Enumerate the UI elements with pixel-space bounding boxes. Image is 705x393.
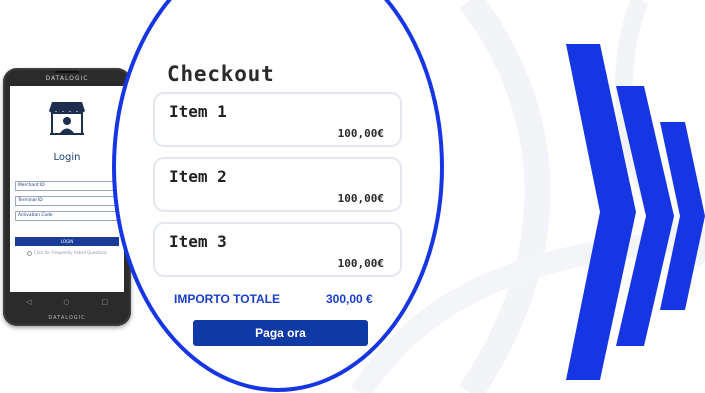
device-screen: Login Merchant ID Terminal ID Activation… (10, 86, 124, 292)
item-name: Item 3 (169, 232, 227, 251)
total-label: IMPORTO TOTALE (174, 292, 281, 306)
phone-speaker (55, 71, 79, 73)
pay-now-button[interactable]: Paga ora (193, 320, 368, 346)
checkout-title: Checkout (167, 62, 275, 86)
device-nav-bar: ◁ ○ □ (10, 296, 124, 308)
item-price: 100,00€ (337, 192, 384, 205)
merchant-id-field[interactable]: Merchant ID (15, 181, 119, 191)
item-card: Item 2 100,00€ (153, 157, 402, 212)
item-name: Item 1 (169, 102, 227, 121)
shop-user-icon (49, 102, 85, 135)
item-price: 100,00€ (337, 257, 384, 270)
device-brand-bottom: DATALOGIC (48, 315, 86, 321)
faq-link[interactable]: Click for Frequently Asked Questions (10, 250, 124, 256)
handheld-device: DATALOGIC Login Merchant ID Terminal ID … (3, 68, 131, 326)
login-title: Login (53, 152, 81, 163)
item-name: Item 2 (169, 167, 227, 186)
faq-link-text: Click for Frequently Asked Questions (33, 250, 108, 255)
faq-circle-icon (26, 250, 32, 256)
item-price: 100,00€ (337, 127, 384, 140)
device-brand-top: DATALOGIC (45, 75, 89, 82)
triple-chevron-right-icon (566, 44, 705, 380)
item-card: Item 3 100,00€ (153, 222, 402, 277)
item-card: Item 1 100,00€ (153, 92, 402, 147)
total-value: 300,00 € (326, 292, 373, 306)
terminal-id-field[interactable]: Terminal ID (15, 196, 119, 206)
home-nav-icon[interactable]: ○ (63, 298, 69, 306)
back-nav-icon[interactable]: ◁ (26, 298, 31, 306)
phone-login-button[interactable]: LOGIN (15, 237, 119, 246)
recent-apps-nav-icon[interactable]: □ (101, 298, 108, 306)
activation-code-field[interactable]: Activation Code (15, 211, 119, 221)
